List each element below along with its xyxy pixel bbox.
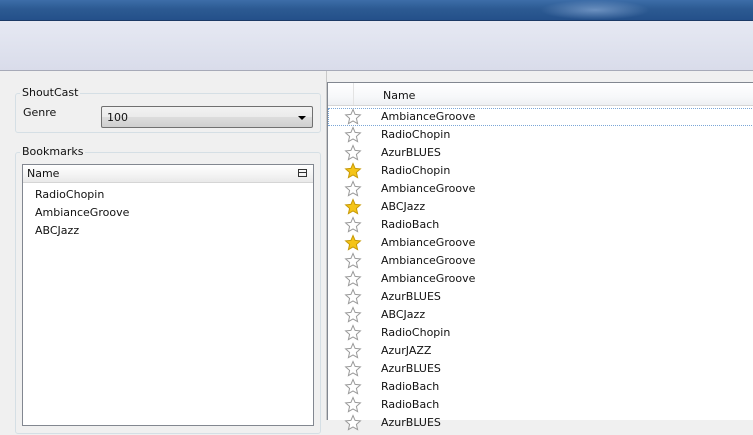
table-row[interactable]: RadioBach [328, 216, 753, 234]
star-outline-icon[interactable] [344, 180, 362, 198]
shoutcast-group-title: ShoutCast [20, 86, 81, 99]
column-separator[interactable] [353, 83, 354, 105]
station-name: RadioChopin [381, 326, 451, 339]
station-name: AzurJAZZ [381, 344, 432, 357]
star-outline-icon[interactable] [344, 288, 362, 306]
star-outline-icon[interactable] [344, 378, 362, 396]
table-row[interactable]: RadioChopin [328, 162, 753, 180]
station-name: AzurBLUES [381, 290, 441, 303]
station-name: AmbianceGroove [381, 236, 476, 249]
station-name: ABCJazz [381, 308, 426, 321]
title-bar-highlight [540, 0, 650, 20]
star-outline-icon[interactable] [344, 306, 362, 324]
shoutcast-group: ShoutCast Genre 100 [15, 86, 321, 133]
station-name: AzurBLUES [381, 416, 441, 429]
bookmarks-list[interactable]: Name RadioChopin AmbianceGroove ABCJazz [22, 164, 314, 426]
station-name: AmbianceGroove [381, 254, 476, 267]
table-row[interactable]: AzurBLUES [328, 288, 753, 306]
left-panel: ShoutCast Genre 100 Bookmarks Name Radio… [0, 71, 326, 434]
list-item[interactable]: AmbianceGroove [35, 206, 129, 219]
station-name: RadioBach [381, 398, 440, 411]
table-row[interactable]: AmbianceGroove [328, 234, 753, 252]
table-row[interactable]: ABCJazz [328, 198, 753, 216]
star-filled-icon[interactable] [344, 162, 362, 180]
station-name: AmbianceGroove [381, 110, 476, 123]
table-row[interactable]: AmbianceGroove [328, 252, 753, 270]
table-row[interactable]: AmbianceGroove [328, 108, 753, 126]
table-row[interactable]: RadioBach [328, 378, 753, 396]
window-title-bar [0, 0, 753, 21]
star-filled-icon[interactable] [344, 198, 362, 216]
station-name: AzurBLUES [381, 146, 441, 159]
chevron-down-icon[interactable] [298, 116, 306, 120]
star-outline-icon[interactable] [344, 108, 362, 126]
star-outline-icon[interactable] [344, 414, 362, 432]
station-name: RadioChopin [381, 128, 451, 141]
star-outline-icon[interactable] [344, 126, 362, 144]
station-name: RadioChopin [381, 164, 451, 177]
star-outline-icon[interactable] [344, 216, 362, 234]
star-outline-icon[interactable] [344, 360, 362, 378]
stations-column-name: Name [383, 89, 416, 102]
star-outline-icon[interactable] [344, 324, 362, 342]
station-name: ABCJazz [381, 200, 426, 213]
table-row[interactable]: AzurBLUES [328, 144, 753, 162]
star-outline-icon[interactable] [344, 252, 362, 270]
table-row[interactable]: RadioBach [328, 396, 753, 414]
station-name: RadioBach [381, 218, 440, 231]
toolbar [0, 21, 753, 71]
bookmarks-group: Bookmarks Name RadioChopin AmbianceGroove… [15, 145, 321, 434]
table-row[interactable]: RadioChopin [328, 126, 753, 144]
star-filled-icon[interactable] [344, 234, 362, 252]
genre-label: Genre [23, 106, 57, 119]
stations-grid[interactable]: Name AmbianceGroove RadioChopin AzurBLUES R… [327, 82, 753, 431]
star-outline-icon[interactable] [344, 396, 362, 414]
bookmarks-column-name: Name [27, 167, 60, 180]
genre-dropdown-value: 100 [107, 111, 128, 124]
table-row[interactable]: AzurBLUES [328, 360, 753, 378]
bookmarks-group-title: Bookmarks [20, 145, 86, 158]
station-name: AzurBLUES [381, 362, 441, 375]
station-name: AmbianceGroove [381, 272, 476, 285]
table-row[interactable]: AmbianceGroove [328, 180, 753, 198]
table-row[interactable]: RadioChopin [328, 324, 753, 342]
table-row[interactable]: AmbianceGroove [328, 270, 753, 288]
column-chooser-icon[interactable] [298, 169, 307, 177]
star-outline-icon[interactable] [344, 270, 362, 288]
star-outline-icon[interactable] [344, 342, 362, 360]
star-outline-icon[interactable] [344, 144, 362, 162]
station-name: RadioBach [381, 380, 440, 393]
genre-dropdown[interactable]: 100 [101, 106, 313, 128]
table-row[interactable]: ABCJazz [328, 306, 753, 324]
stations-column-header[interactable]: Name [328, 83, 753, 106]
station-name: AmbianceGroove [381, 182, 476, 195]
bookmarks-column-header[interactable]: Name [23, 165, 313, 183]
table-row[interactable]: AzurJAZZ [328, 342, 753, 360]
list-item[interactable]: RadioChopin [35, 188, 104, 201]
list-item[interactable]: ABCJazz [35, 224, 79, 237]
table-row[interactable]: AzurBLUES [328, 414, 753, 432]
